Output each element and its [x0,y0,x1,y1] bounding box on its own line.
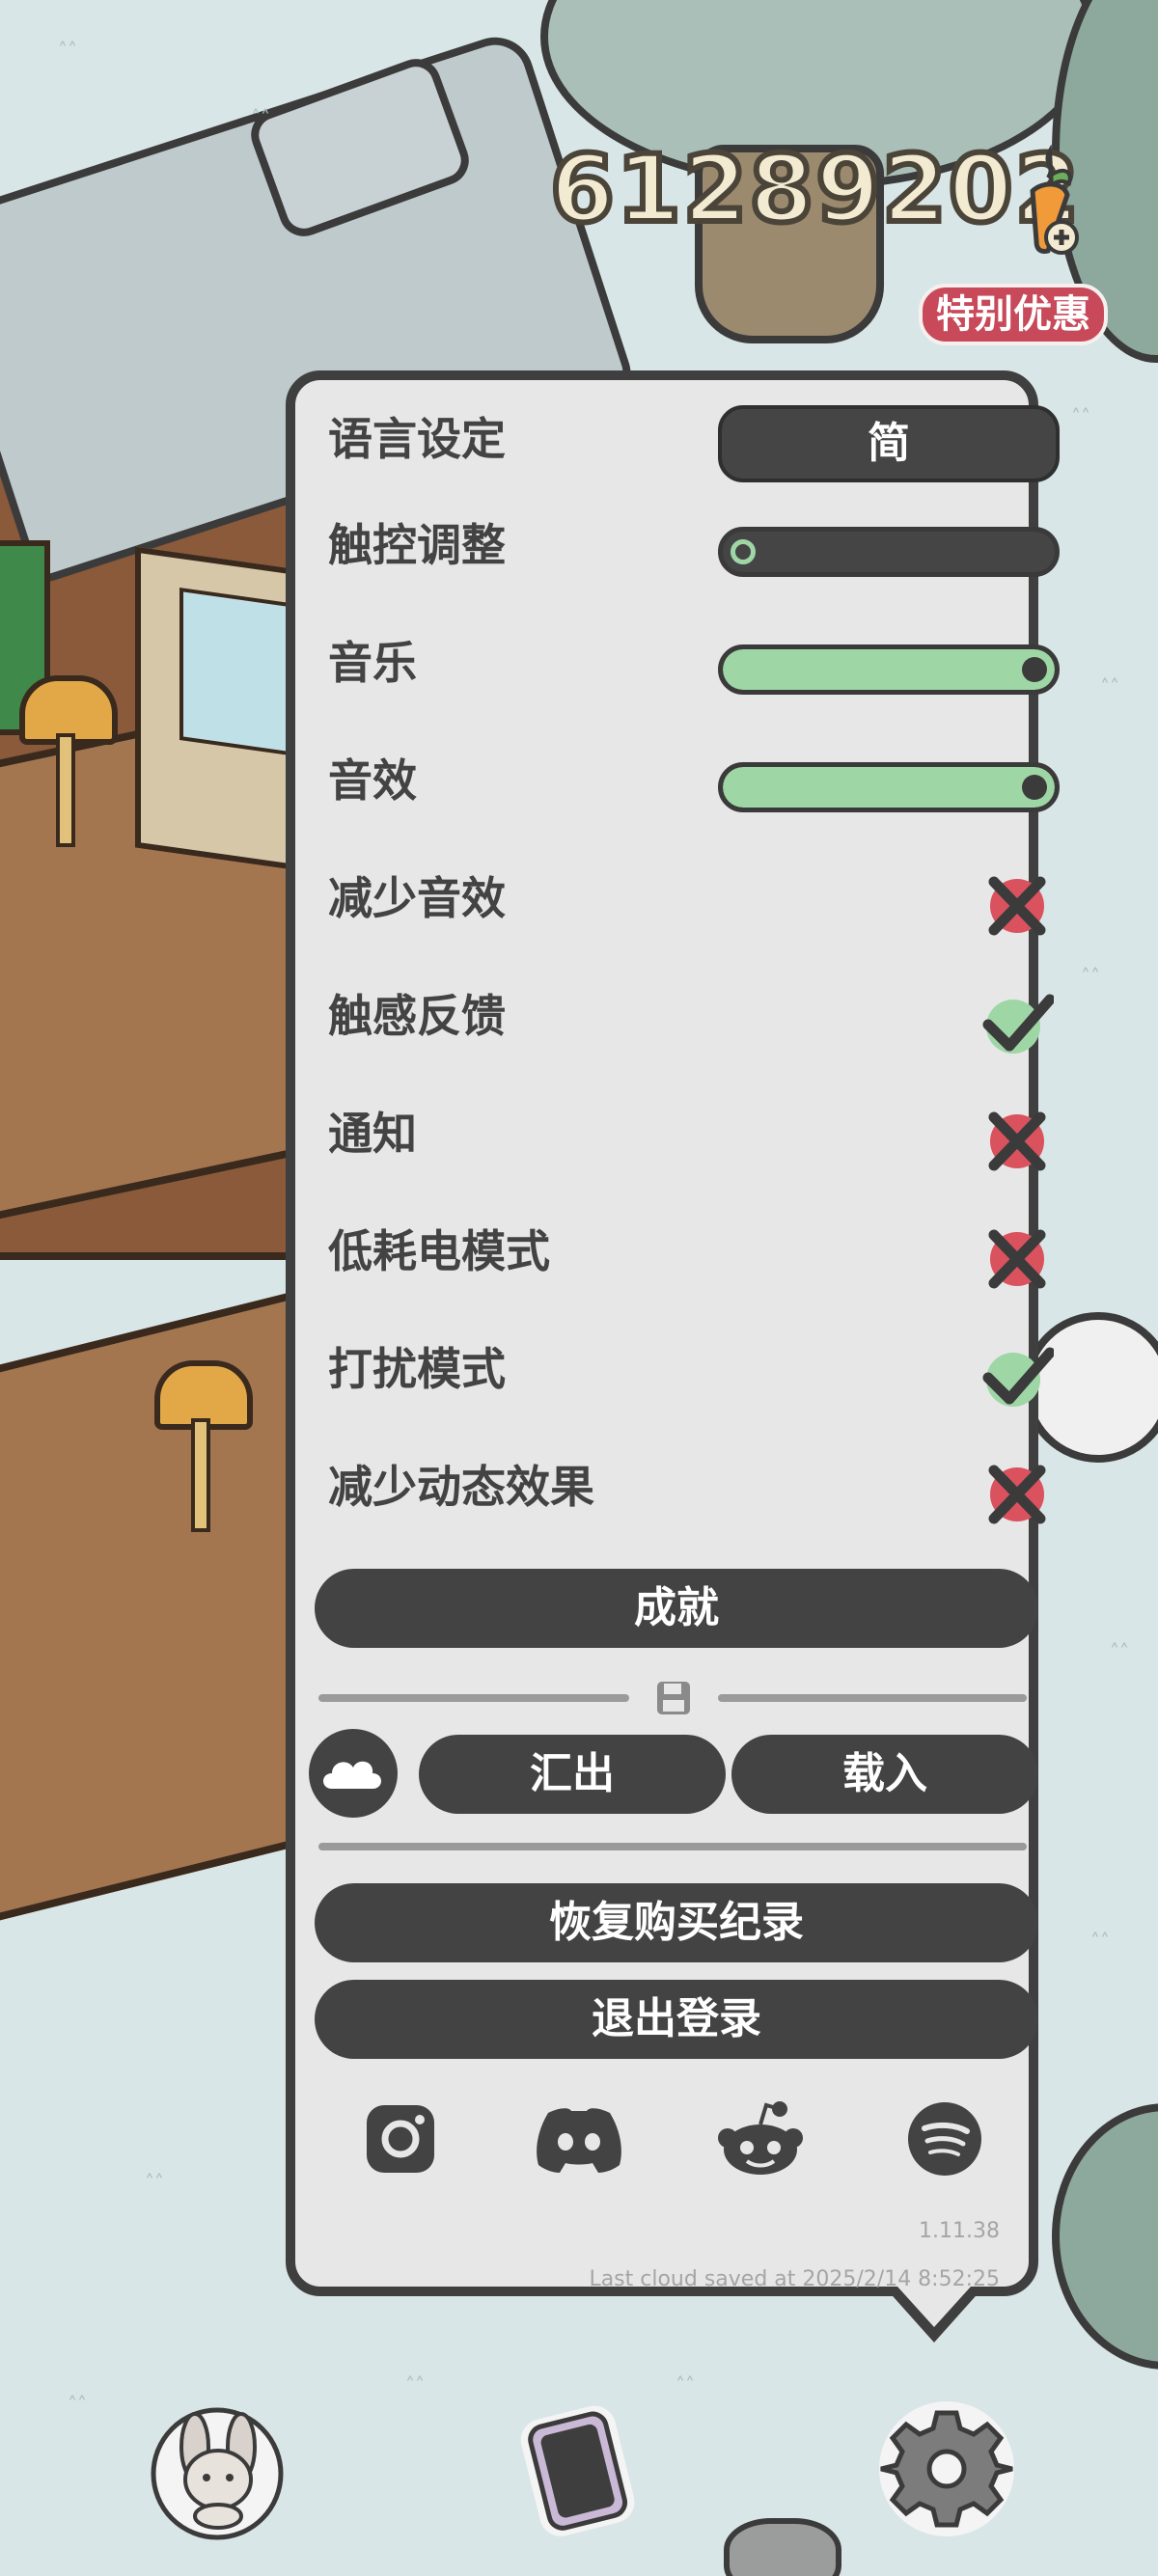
check-icon [982,1347,1056,1407]
instagram-icon[interactable] [361,2099,440,2179]
cloud-icon [323,1761,381,1789]
haptics-row: 触感反馈 [328,973,1056,1059]
slider-knob[interactable] [731,539,756,564]
touch-adjust-slider[interactable] [718,527,1060,577]
slider-knob[interactable] [1022,775,1047,800]
slider-fill [723,767,1055,808]
achievements-button[interactable]: 成就 [315,1569,1038,1648]
sfx-volume-slider[interactable] [718,762,1060,812]
notifications-label: 通知 [328,1108,417,1160]
special-offer-button[interactable]: 特别优惠 [919,284,1108,345]
reduce-sfx-label: 减少音效 [328,872,506,924]
cross-icon [988,876,1046,936]
rock [724,2518,841,2576]
reduce-sfx-toggle[interactable] [980,872,1054,940]
touch-adjust-label: 触控调整 [328,519,506,571]
reduce-motion-row: 减少动态效果 [328,1443,1046,1530]
reduce-sfx-row: 减少音效 [328,855,1046,942]
dnd-label: 打扰模式 [328,1343,506,1395]
dnd-row: 打扰模式 [328,1326,1056,1412]
reduce-motion-toggle[interactable] [980,1461,1054,1528]
language-row: 语言设定 简 [328,396,1060,482]
divider [718,1694,1027,1702]
cloud-sync-button[interactable] [309,1729,398,1818]
save-disk-icon [657,1682,690,1714]
cross-icon [988,1465,1046,1524]
low-power-toggle[interactable] [980,1225,1054,1293]
low-power-label: 低耗电模式 [328,1225,550,1277]
low-power-row: 低耗电模式 [328,1208,1046,1295]
lamp-pole [191,1418,210,1532]
cross-icon [988,1229,1046,1289]
haptics-label: 触感反馈 [328,990,506,1042]
discord-icon[interactable] [531,2099,627,2179]
snowy-bush [1052,2103,1158,2370]
sfx-row: 音效 [328,737,1060,824]
check-icon [982,994,1056,1054]
restore-purchases-button[interactable]: 恢复购买纪录 [315,1883,1038,1962]
sfx-label: 音效 [328,754,417,807]
spotify-icon[interactable] [905,2099,984,2179]
panel-pointer-inner [897,2287,971,2327]
notifications-row: 通知 [328,1090,1046,1177]
phone-icon[interactable] [502,2397,647,2541]
slider-fill [723,649,1055,690]
divider [318,1843,1027,1850]
reddit-icon[interactable] [712,2099,809,2179]
music-volume-slider[interactable] [718,644,1060,695]
haptics-toggle[interactable] [980,990,1056,1057]
music-row: 音乐 [328,619,1060,706]
settings-panel: 语言设定 简 触控调整 音乐 音效 减少音效 触感反馈 通知 低耗电模式 打扰模… [286,370,1060,2296]
cross-icon [988,1111,1046,1171]
settings-gear-icon[interactable] [874,2397,1019,2541]
notifications-toggle[interactable] [980,1108,1054,1175]
version-label: 1.11.38 [919,2219,1000,2243]
logout-button[interactable]: 退出登录 [315,1980,1038,2059]
touch-adjust-row: 触控调整 [328,502,1060,589]
dnd-toggle[interactable] [980,1343,1056,1411]
music-label: 音乐 [328,637,417,689]
carrot-plus-icon[interactable] [1013,145,1081,260]
import-button[interactable]: 载入 [731,1735,1038,1814]
divider [318,1694,629,1702]
language-label: 语言设定 [328,413,506,465]
lamp-pole [56,733,75,847]
export-button[interactable]: 汇出 [419,1735,726,1814]
carrot-counter: 61289202 [547,135,1082,243]
reduce-motion-label: 减少动态效果 [328,1461,594,1513]
bunny-icon[interactable] [145,2397,290,2541]
language-select-button[interactable]: 简 [718,405,1060,482]
slider-knob[interactable] [1022,657,1047,682]
